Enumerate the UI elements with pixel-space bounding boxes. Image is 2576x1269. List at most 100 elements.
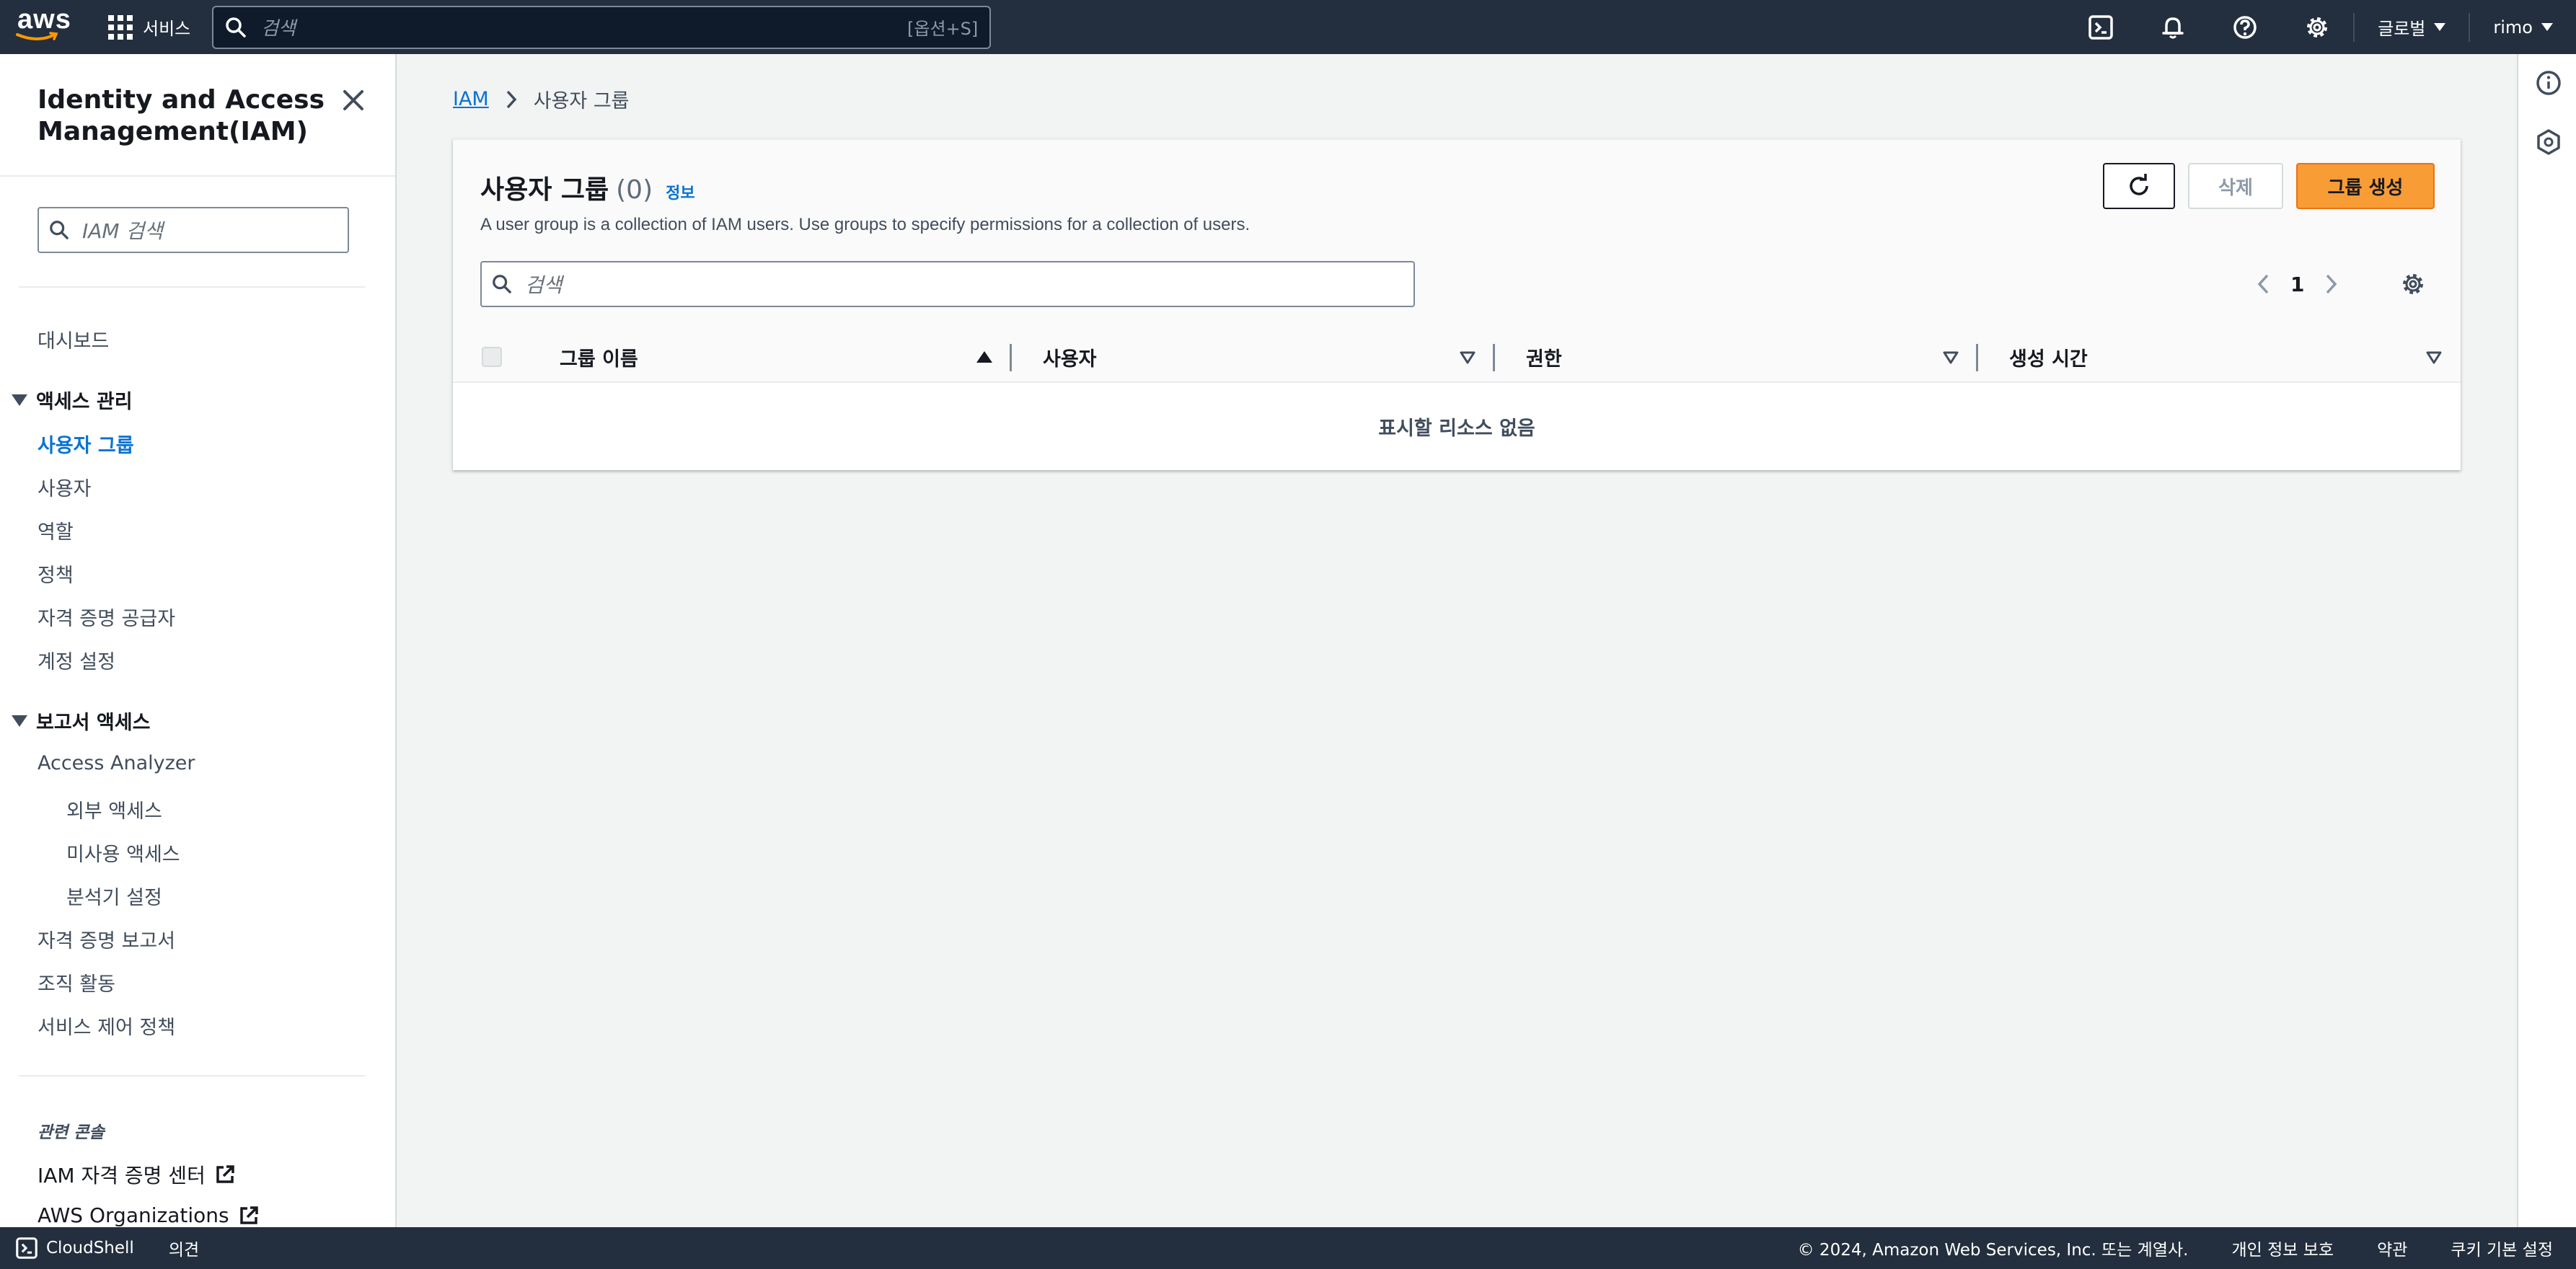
column-header-permissions[interactable]: 권한: [1526, 331, 1562, 383]
caret-down-icon: [12, 715, 27, 727]
gear-icon[interactable]: [2400, 271, 2426, 297]
global-search-placeholder: 검색: [261, 18, 296, 40]
link-label: IAM 자격 증명 센터: [38, 1164, 206, 1188]
cloudshell-button[interactable]: [2065, 0, 2137, 54]
hexagon-icon[interactable]: [2534, 128, 2563, 156]
services-menu-button[interactable]: 서비스: [108, 0, 190, 54]
nav-right-group: 글로벌 rimo: [2065, 0, 2576, 54]
sidebar-link-organizations[interactable]: AWS Organizations: [38, 1203, 260, 1227]
column-header-creation-time[interactable]: 생성 시간: [2009, 331, 2088, 383]
account-menu[interactable]: rimo: [2470, 0, 2576, 54]
aws-smile-icon: [16, 32, 58, 40]
resource-count: (0): [616, 175, 653, 205]
column-resizer[interactable]: [1976, 344, 1978, 371]
create-group-button[interactable]: 그룹 생성: [2296, 163, 2435, 209]
sidebar-item-scp[interactable]: 서비스 제어 정책: [38, 1012, 175, 1040]
chevron-right-icon[interactable]: [2324, 273, 2339, 296]
sidebar-title[interactable]: Identity and Access Management(IAM): [38, 84, 326, 148]
refresh-button[interactable]: [2103, 163, 2175, 209]
grid-icon: [108, 14, 133, 40]
terms-link[interactable]: 약관: [2377, 1236, 2407, 1260]
caret-down-icon: [12, 394, 27, 406]
page-number[interactable]: 1: [2290, 273, 2304, 296]
footer: CloudShell 의견 © 2024, Amazon Web Service…: [0, 1227, 2576, 1269]
table-column-headers: 그룹 이름 사용자 권한 생성 시간: [453, 331, 2461, 383]
user-label: rimo: [2493, 17, 2533, 37]
search-shortcut-hint: [옵션+S]: [907, 19, 979, 39]
sidebar-item-access-analyzer[interactable]: Access Analyzer: [38, 752, 195, 774]
cookie-preferences-link[interactable]: 쿠키 기본 설정: [2451, 1236, 2553, 1260]
sidebar-divider: [19, 286, 365, 288]
services-label: 서비스: [143, 19, 191, 39]
delete-button[interactable]: 삭제: [2188, 163, 2283, 209]
help-icon: [2233, 15, 2257, 39]
column-resizer[interactable]: [1493, 344, 1495, 371]
sort-icon[interactable]: [1460, 351, 1476, 364]
aws-logo-text: aws: [17, 4, 71, 35]
cloudshell-icon: [16, 1237, 38, 1259]
column-resizer[interactable]: [1010, 344, 1012, 371]
search-icon: [226, 17, 246, 37]
table-header-area: 사용자 그룹 (0) 정보 A user group is a collecti…: [453, 140, 2461, 331]
aws-logo[interactable]: aws: [10, 0, 82, 54]
external-link-icon: [239, 1206, 258, 1224]
breadcrumb-link-iam[interactable]: IAM: [453, 88, 489, 110]
info-icon[interactable]: [2534, 68, 2563, 97]
feedback-link[interactable]: 의견: [169, 1236, 199, 1260]
search-icon: [493, 275, 511, 293]
pagination: 1: [2256, 261, 2339, 307]
sidebar-item-analyzer-settings[interactable]: 분석기 설정: [66, 882, 162, 910]
notifications-button[interactable]: [2137, 0, 2209, 54]
refresh-icon: [2130, 174, 2148, 195]
sidebar-item-user-groups[interactable]: 사용자 그룹: [38, 430, 134, 458]
gear-icon: [2307, 17, 2328, 37]
settings-button[interactable]: [2281, 0, 2353, 54]
side-navigation: Identity and Access Management(IAM) IAM …: [0, 54, 397, 1227]
table-search-input[interactable]: 검색: [480, 261, 1415, 307]
sidebar-section-access-management[interactable]: 액세스 관리: [12, 386, 133, 414]
select-all-checkbox[interactable]: [482, 347, 502, 367]
cloudshell-footer-button[interactable]: CloudShell: [16, 1237, 134, 1259]
global-search-input[interactable]: 검색 [옵션+S]: [212, 5, 992, 49]
page-description: A user group is a collection of IAM user…: [480, 215, 1250, 234]
sort-icon[interactable]: [2426, 351, 2442, 364]
info-link[interactable]: 정보: [666, 180, 694, 203]
column-header-users[interactable]: 사용자: [1043, 331, 1097, 383]
help-button[interactable]: [2209, 0, 2281, 54]
sidebar-section-access-reports[interactable]: 보고서 액세스: [12, 707, 150, 735]
sidebar-item-credential-report[interactable]: 자격 증명 보고서: [38, 925, 175, 953]
top-navigation: aws 서비스 검색 [옵션+S] 글로벌 rimo: [0, 0, 2576, 54]
iam-search-placeholder: IAM 검색: [82, 219, 163, 243]
related-consoles-heading: 관련 콘솔: [38, 1123, 105, 1142]
sidebar-item-organization-activity[interactable]: 조직 활동: [38, 968, 115, 996]
sidebar-item-users[interactable]: 사용자: [38, 473, 92, 501]
sidebar-item-account-settings[interactable]: 계정 설정: [38, 646, 115, 674]
table-search-placeholder: 검색: [525, 273, 563, 297]
chevron-left-icon[interactable]: [2256, 273, 2270, 296]
sidebar-item-dashboard[interactable]: 대시보드: [38, 325, 109, 353]
privacy-link[interactable]: 개인 정보 보호: [2231, 1236, 2334, 1260]
breadcrumb-current: 사용자 그룹: [533, 90, 630, 112]
column-header-group-name[interactable]: 그룹 이름: [560, 331, 638, 383]
user-groups-table-container: 사용자 그룹 (0) 정보 A user group is a collecti…: [453, 138, 2461, 470]
sidebar-item-identity-providers[interactable]: 자격 증명 공급자: [38, 603, 175, 631]
sidebar-item-policies[interactable]: 정책: [38, 560, 74, 588]
close-icon[interactable]: [339, 86, 368, 115]
caret-down-icon: [2541, 23, 2553, 31]
external-link-icon: [216, 1165, 234, 1183]
section-label: 액세스 관리: [36, 391, 133, 413]
sidebar-item-roles[interactable]: 역할: [38, 516, 74, 544]
caret-down-icon: [2434, 23, 2446, 31]
search-icon: [50, 221, 69, 239]
region-selector[interactable]: 글로벌: [2355, 0, 2469, 54]
sidebar-item-external-access[interactable]: 외부 액세스: [66, 795, 162, 823]
sort-icon[interactable]: [1943, 351, 1959, 364]
sidebar-divider: [0, 175, 395, 177]
copyright-text: © 2024, Amazon Web Services, Inc. 또는 계열사…: [1797, 1241, 2189, 1260]
footer-links: © 2024, Amazon Web Services, Inc. 또는 계열사…: [1798, 1236, 2553, 1260]
sidebar-link-identity-center[interactable]: IAM 자격 증명 센터: [38, 1160, 236, 1189]
sidebar-item-unused-access[interactable]: 미사용 액세스: [66, 839, 180, 867]
iam-search-input[interactable]: IAM 검색: [38, 207, 349, 253]
empty-state-message: 표시할 리소스 없음: [1378, 417, 1535, 440]
sort-ascending-icon[interactable]: [976, 351, 992, 363]
